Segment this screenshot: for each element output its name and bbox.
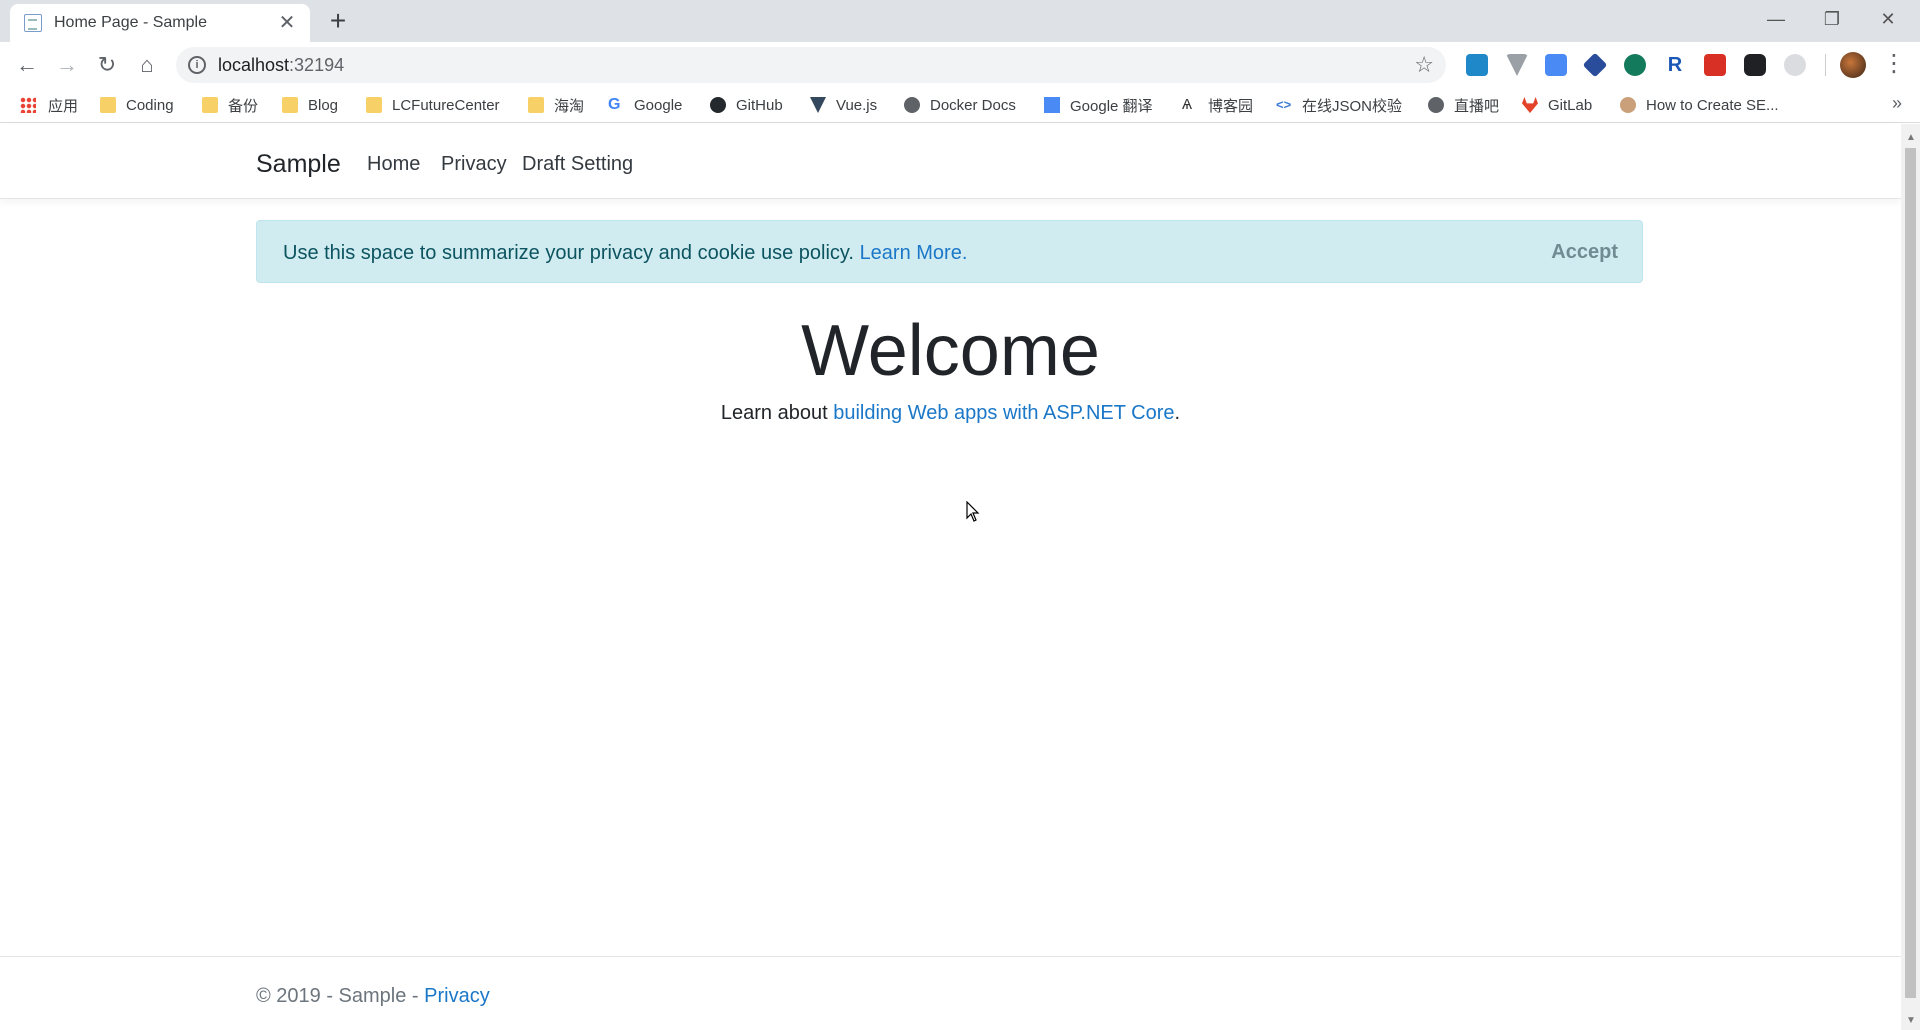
- page-viewport: Sample Home Privacy Draft Setting Use th…: [0, 124, 1901, 1030]
- layers-extension-icon[interactable]: [1582, 52, 1608, 78]
- address-host: localhost: [218, 55, 290, 75]
- site-brand[interactable]: Sample: [256, 150, 341, 179]
- accept-cookie-button[interactable]: Accept: [1551, 241, 1618, 264]
- folder-icon: [202, 97, 218, 113]
- fe-extension-icon[interactable]: [1704, 54, 1726, 76]
- bookmark-gitlab[interactable]: GitLab: [1522, 93, 1592, 117]
- folder-icon: [282, 97, 298, 113]
- tampermonkey-extension-icon[interactable]: [1744, 54, 1766, 76]
- apps-icon: [20, 97, 36, 113]
- site-footer: © 2019 - Sample - Privacy: [0, 956, 1901, 1030]
- bookmark-star-icon[interactable]: ☆: [1414, 52, 1434, 78]
- back-button[interactable]: ←: [10, 48, 44, 82]
- page-favicon-icon: [24, 14, 42, 32]
- bookmark-json-validator[interactable]: <> 在线JSON校验: [1276, 93, 1402, 117]
- nav-home[interactable]: Home: [367, 153, 420, 176]
- bookmark-docker-docs[interactable]: Docker Docs: [904, 93, 1016, 117]
- nav-draft-setting[interactable]: Draft Setting: [522, 153, 633, 176]
- bookmark-haitao[interactable]: 海淘: [528, 93, 584, 117]
- bookmark-blog[interactable]: Blog: [282, 93, 338, 117]
- address-text: localhost:32194: [218, 55, 344, 76]
- bookmark-github[interactable]: GitHub: [710, 93, 783, 117]
- bookmark-backup[interactable]: 备份: [202, 93, 258, 117]
- scroll-up-icon[interactable]: ▲: [1906, 132, 1916, 143]
- vue-devtools-extension-icon[interactable]: [1506, 54, 1528, 76]
- new-tab-button[interactable]: +: [322, 6, 354, 38]
- bookmark-coding[interactable]: Coding: [100, 93, 174, 117]
- reload-button[interactable]: ↻: [90, 48, 124, 82]
- user-extension-icon[interactable]: [1784, 54, 1806, 76]
- forward-button[interactable]: →: [50, 48, 84, 82]
- google-icon: G: [608, 96, 621, 113]
- site-navbar: Sample Home Privacy Draft Setting: [0, 124, 1901, 199]
- gitlab-icon: [1522, 97, 1538, 113]
- address-bar[interactable]: i localhost:32194 ☆: [176, 47, 1446, 83]
- home-button[interactable]: ⌂: [130, 48, 164, 82]
- google-translate-extension-icon[interactable]: [1545, 54, 1567, 76]
- aspnet-docs-link[interactable]: building Web apps with ASP.NET Core: [833, 402, 1174, 424]
- folder-icon: [100, 97, 116, 113]
- scroll-thumb[interactable]: [1905, 148, 1916, 998]
- bookmarks-overflow-icon[interactable]: »: [1892, 93, 1902, 114]
- welcome-heading: Welcome: [801, 311, 1100, 391]
- avatar-icon: [1620, 97, 1636, 113]
- json-icon: <>: [1276, 97, 1292, 112]
- folder-icon: [528, 97, 544, 113]
- site-info-icon[interactable]: i: [188, 56, 206, 74]
- bookmark-lcfuturecenter[interactable]: LCFutureCenter: [366, 93, 500, 117]
- learn-more-link[interactable]: Learn More: [860, 242, 962, 264]
- github-icon: [710, 97, 726, 113]
- cnblogs-icon: Ѧ: [1182, 96, 1193, 113]
- bookmarks-bar: 应用 Coding 备份 Blog LCFutureCenter 海淘 G Goo…: [0, 87, 1920, 123]
- tab-strip: Home Page - Sample ✕ + — ❐ ✕: [0, 0, 1920, 42]
- translate-icon: [1044, 97, 1060, 113]
- docker-icon: [904, 97, 920, 113]
- cookie-message: Use this space to summarize your privacy…: [283, 242, 968, 264]
- nav-privacy[interactable]: Privacy: [441, 153, 507, 176]
- mouse-cursor-icon: [966, 501, 980, 522]
- scroll-down-icon[interactable]: ▼: [1906, 1015, 1916, 1026]
- bookmark-zhibo8[interactable]: 直播吧: [1428, 93, 1499, 117]
- bookmark-google-translate[interactable]: Google 翻译: [1044, 93, 1153, 117]
- sogou-extension-icon[interactable]: [1466, 54, 1488, 76]
- browser-toolbar: ← → ↻ ⌂ i localhost:32194 ☆ R ⋮: [0, 42, 1920, 87]
- tab-close-icon[interactable]: ✕: [276, 13, 298, 33]
- bookmark-how-to-create[interactable]: How to Create SE...: [1620, 93, 1779, 117]
- restore-button[interactable]: ❐: [1804, 4, 1860, 34]
- tab-title: Home Page - Sample: [54, 14, 207, 31]
- profile-avatar[interactable]: [1840, 52, 1866, 78]
- bookmark-cnblogs[interactable]: Ѧ 博客园: [1182, 93, 1253, 117]
- address-port: :32194: [289, 55, 345, 75]
- vue-icon: [810, 97, 826, 113]
- folder-icon: [366, 97, 382, 113]
- bookmark-google[interactable]: G Google: [608, 93, 682, 117]
- toolbar-divider: [1825, 54, 1826, 76]
- close-window-button[interactable]: ✕: [1860, 4, 1916, 34]
- r-extension-icon[interactable]: R: [1664, 54, 1686, 76]
- learn-about-text: Learn about building Web apps with ASP.N…: [720, 402, 1181, 424]
- footer-text: © 2019 - Sample - Privacy: [256, 985, 490, 1007]
- minimize-button[interactable]: —: [1748, 4, 1804, 34]
- browser-tab[interactable]: Home Page - Sample ✕: [10, 4, 310, 42]
- grammarly-extension-icon[interactable]: [1624, 54, 1646, 76]
- browser-menu-icon[interactable]: ⋮: [1882, 50, 1906, 78]
- zhibo-icon: [1428, 97, 1444, 113]
- bookmark-apps[interactable]: 应用: [20, 93, 78, 117]
- footer-privacy-link[interactable]: Privacy: [424, 985, 490, 1007]
- page-scrollbar[interactable]: ▲ ▼: [1901, 124, 1920, 1030]
- cookie-consent-alert: Use this space to summarize your privacy…: [256, 220, 1643, 283]
- bookmark-vuejs[interactable]: Vue.js: [810, 93, 877, 117]
